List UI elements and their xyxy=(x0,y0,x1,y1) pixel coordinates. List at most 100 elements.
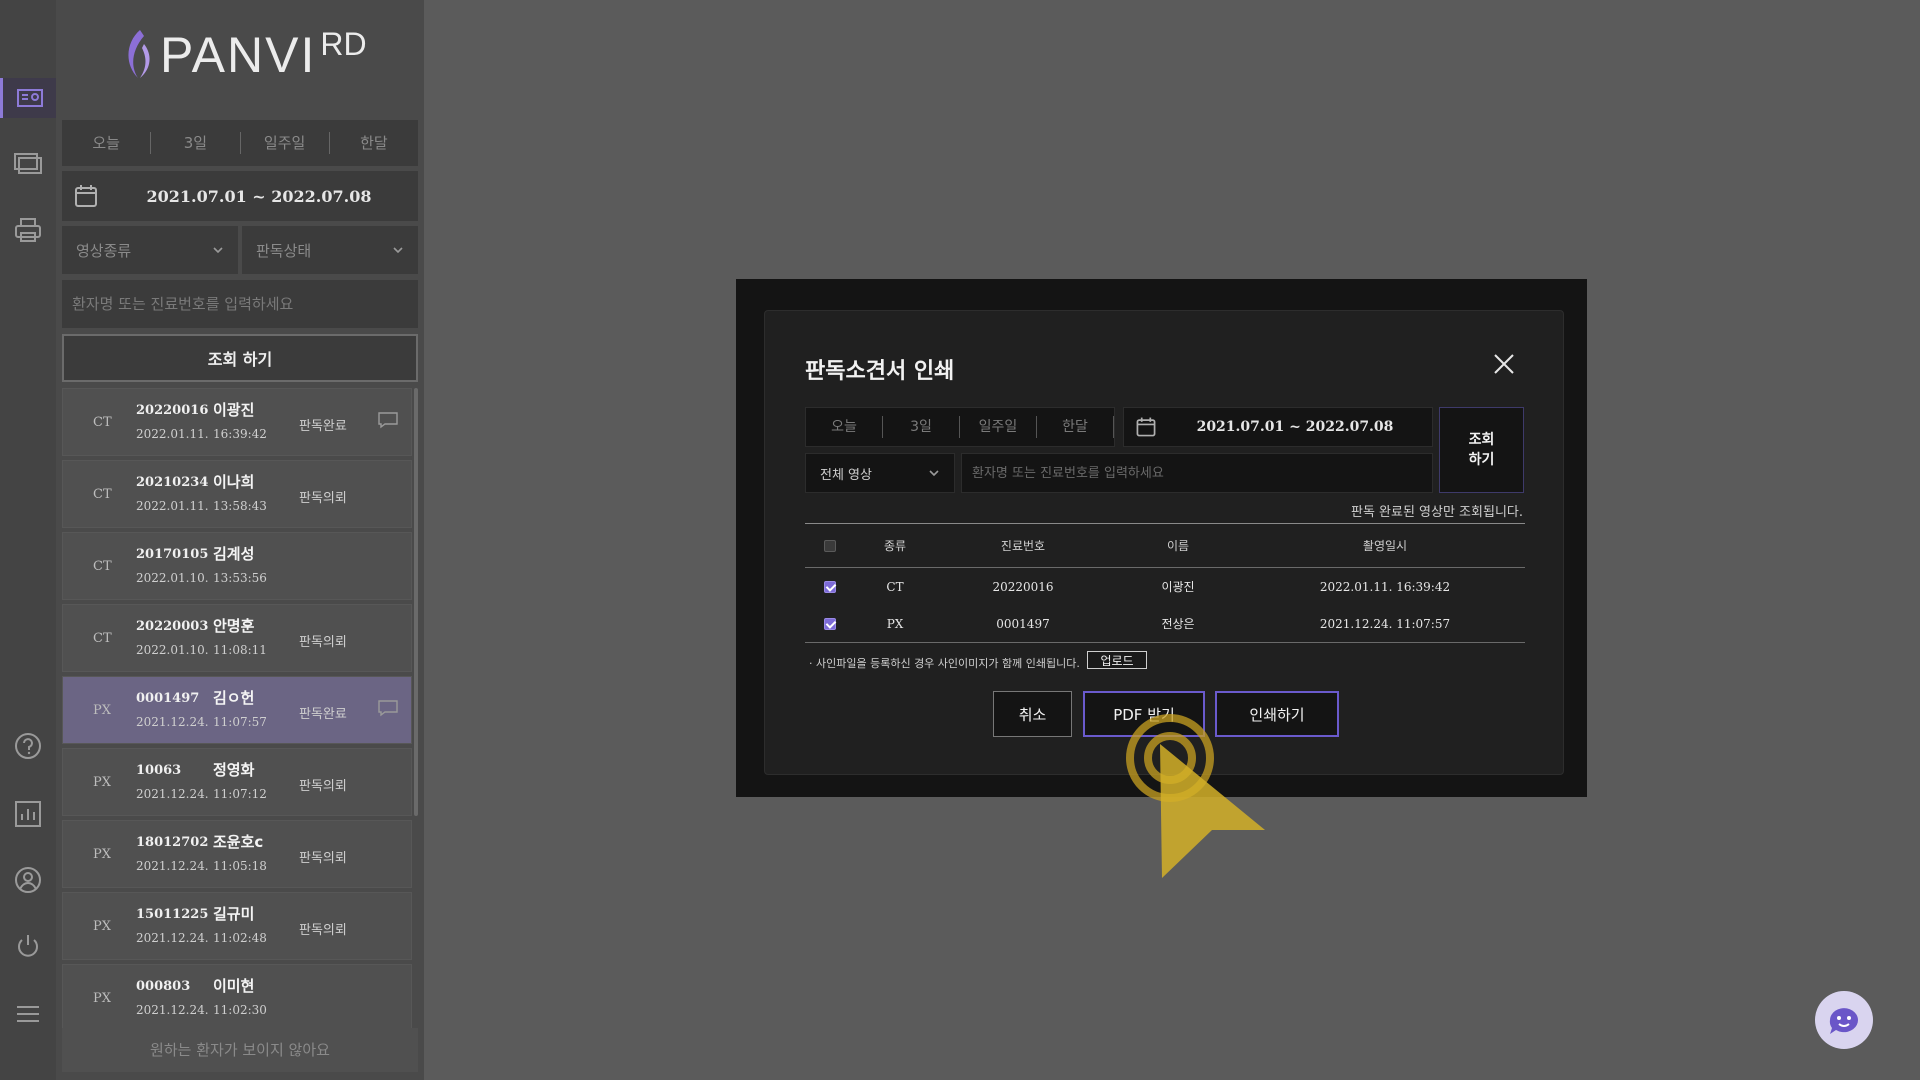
patient-name: 이미현 xyxy=(213,977,255,995)
report-list-icon[interactable] xyxy=(0,78,56,118)
table-row[interactable]: PX 0001497 전상은 2021.12.24. 11:07:57 xyxy=(805,605,1525,642)
patient-id: 20220003 xyxy=(136,619,209,634)
dialog-period-3days[interactable]: 3일 xyxy=(883,416,960,438)
patient-row[interactable]: PX 18012702 조윤호c 2021.12.24. 11:05:18 판독의뢰 xyxy=(62,820,412,888)
patient-status: 판독의뢰 xyxy=(299,491,347,506)
patient-name: 이광진 xyxy=(213,401,255,419)
dialog-image-select[interactable]: 전체 영상 xyxy=(805,453,955,493)
col-datetime: 촬영일시 xyxy=(1362,539,1408,553)
patient-name: 김ㅇ헌 xyxy=(213,689,255,707)
patient-name: 김계성 xyxy=(213,545,255,563)
patient-name: 안명훈 xyxy=(213,617,255,635)
dialog-period-today[interactable]: 오늘 xyxy=(806,416,883,438)
patient-date: 2021.12.24. xyxy=(136,1003,209,1017)
image-type-label: 영상종류 xyxy=(76,241,132,260)
patient-row[interactable]: PX 10063 정영화 2021.12.24. 11:07:12 판독의뢰 xyxy=(62,748,412,816)
patient-name: 정영화 xyxy=(213,761,255,779)
period-week[interactable]: 일주일 xyxy=(241,132,330,154)
dialog-table: 종류 진료번호 이름 촬영일시 CT 20220016 이광진 2022.01.… xyxy=(805,523,1525,643)
calendar-icon xyxy=(75,185,97,207)
print-icon[interactable] xyxy=(10,212,46,248)
dialog-search-input[interactable] xyxy=(961,453,1433,493)
print-report-dialog: 판독소견서 인쇄 오늘 3일 일주일 한달 2021.07.01 ~ 2022.… xyxy=(764,310,1564,775)
patient-id: 18012702 xyxy=(136,835,209,850)
date-range-picker[interactable]: 2021.07.01 ~ 2022.07.08 xyxy=(62,171,418,221)
patient-time: 13:53:56 xyxy=(213,571,267,585)
search-button[interactable]: 조회 하기 xyxy=(62,334,418,382)
patient-row[interactable]: PX 15011225 길규미 2021.12.24. 11:02:48 판독의뢰 xyxy=(62,892,412,960)
menu-icon[interactable] xyxy=(10,996,46,1032)
patient-id: 0001497 xyxy=(136,691,200,706)
dialog-search-button[interactable]: 조회 하기 xyxy=(1439,407,1524,493)
patient-search-input[interactable] xyxy=(62,280,418,328)
patient-status: 판독의뢰 xyxy=(299,635,347,650)
message-icon[interactable] xyxy=(377,411,399,429)
row-name: 전상은 xyxy=(1161,617,1195,631)
images-icon[interactable] xyxy=(10,144,46,180)
patient-row[interactable]: CT 20220003 안명훈 2022.01.10. 11:08:11 판독의뢰 xyxy=(62,604,412,672)
patient-type: PX xyxy=(93,919,112,934)
row-type: CT xyxy=(886,579,904,594)
row-name: 이광진 xyxy=(1161,580,1195,594)
row-id: 20220016 xyxy=(992,579,1054,594)
close-icon[interactable] xyxy=(1491,351,1517,377)
patient-type: PX xyxy=(93,775,112,790)
patient-type: PX xyxy=(93,847,112,862)
pdf-download-button[interactable]: PDF 받기 xyxy=(1083,691,1205,737)
help-icon[interactable] xyxy=(10,728,46,764)
print-button[interactable]: 인쇄하기 xyxy=(1215,691,1339,737)
patient-status: 판독의뢰 xyxy=(299,779,347,794)
patient-id: 20220016 xyxy=(136,403,209,418)
chatbot-button[interactable] xyxy=(1815,991,1873,1049)
dialog-period-month[interactable]: 한달 xyxy=(1037,416,1114,438)
patient-row[interactable]: PX 000803 이미현 2021.12.24. 11:02:30 xyxy=(62,964,412,1028)
patient-time: 11:05:18 xyxy=(213,859,267,873)
image-type-select[interactable]: 영상종류 xyxy=(62,226,238,274)
row-datetime: 2021.12.24. 11:07:57 xyxy=(1319,616,1451,631)
period-today[interactable]: 오늘 xyxy=(62,132,152,154)
patient-type: PX xyxy=(93,991,112,1006)
row-checkbox[interactable] xyxy=(824,617,836,630)
patient-row[interactable]: CT 20210234 이나희 2022.01.11. 13:58:43 판독의뢰 xyxy=(62,460,412,528)
patient-type: CT xyxy=(93,415,112,430)
period-month[interactable]: 한달 xyxy=(330,132,418,154)
dialog-date-range-picker[interactable]: 2021.07.01 ~ 2022.07.08 xyxy=(1123,407,1433,447)
patient-time: 11:07:12 xyxy=(213,787,267,801)
row-checkbox[interactable] xyxy=(824,580,836,593)
logo-flame-icon xyxy=(128,30,150,78)
logo: PANVI RD xyxy=(118,26,367,86)
cancel-button[interactable]: 취소 xyxy=(993,691,1072,737)
dialog-note: 판독 완료된 영상만 조회됩니다. xyxy=(1350,505,1523,520)
patient-id: 20210234 xyxy=(136,475,209,490)
read-status-select[interactable]: 판독상태 xyxy=(242,226,418,274)
patient-date: 2021.12.24. xyxy=(136,715,209,729)
patient-not-visible-button[interactable]: 원하는 환자가 보이지 않아요 xyxy=(62,1028,418,1072)
message-icon[interactable] xyxy=(377,699,399,717)
power-icon[interactable] xyxy=(10,928,46,964)
patient-date: 2021.12.24. xyxy=(136,931,209,945)
dialog-period-week[interactable]: 일주일 xyxy=(960,416,1037,438)
icon-rail xyxy=(0,0,56,1080)
patient-type: CT xyxy=(93,487,112,502)
table-row[interactable]: CT 20220016 이광진 2022.01.11. 16:39:42 xyxy=(805,568,1525,605)
col-name: 이름 xyxy=(1166,539,1190,553)
patient-date: 2021.12.24. xyxy=(136,859,209,873)
patient-date: 2022.01.11. xyxy=(136,427,209,441)
chart-icon[interactable] xyxy=(10,796,46,832)
upload-button[interactable]: 업로드 xyxy=(1087,651,1147,669)
select-all-checkbox[interactable] xyxy=(824,539,836,552)
patient-list: CT 20220016 이광진 2022.01.11. 16:39:42 판독완료 CT 20… xyxy=(62,388,412,1028)
read-status-label: 판독상태 xyxy=(256,241,312,260)
patient-time: 13:58:43 xyxy=(213,499,267,513)
patient-row[interactable]: CT 20220016 이광진 2022.01.11. 16:39:42 판독완료 xyxy=(62,388,412,456)
logo-sup: RD xyxy=(320,26,367,62)
patient-status: 판독의뢰 xyxy=(299,923,347,938)
period-3days[interactable]: 3일 xyxy=(151,132,241,154)
patient-row[interactable]: PX 0001497 김ㅇ헌 2021.12.24. 11:07:57 판독완료 xyxy=(62,676,412,744)
list-scrollbar[interactable] xyxy=(414,388,418,816)
patient-type: CT xyxy=(93,631,112,646)
table-header: 종류 진료번호 이름 촬영일시 xyxy=(805,524,1525,568)
patient-row[interactable]: CT 20170105 김계성 2022.01.10. 13:53:56 xyxy=(62,532,412,600)
user-icon[interactable] xyxy=(10,862,46,898)
chevron-down-icon xyxy=(393,247,403,254)
